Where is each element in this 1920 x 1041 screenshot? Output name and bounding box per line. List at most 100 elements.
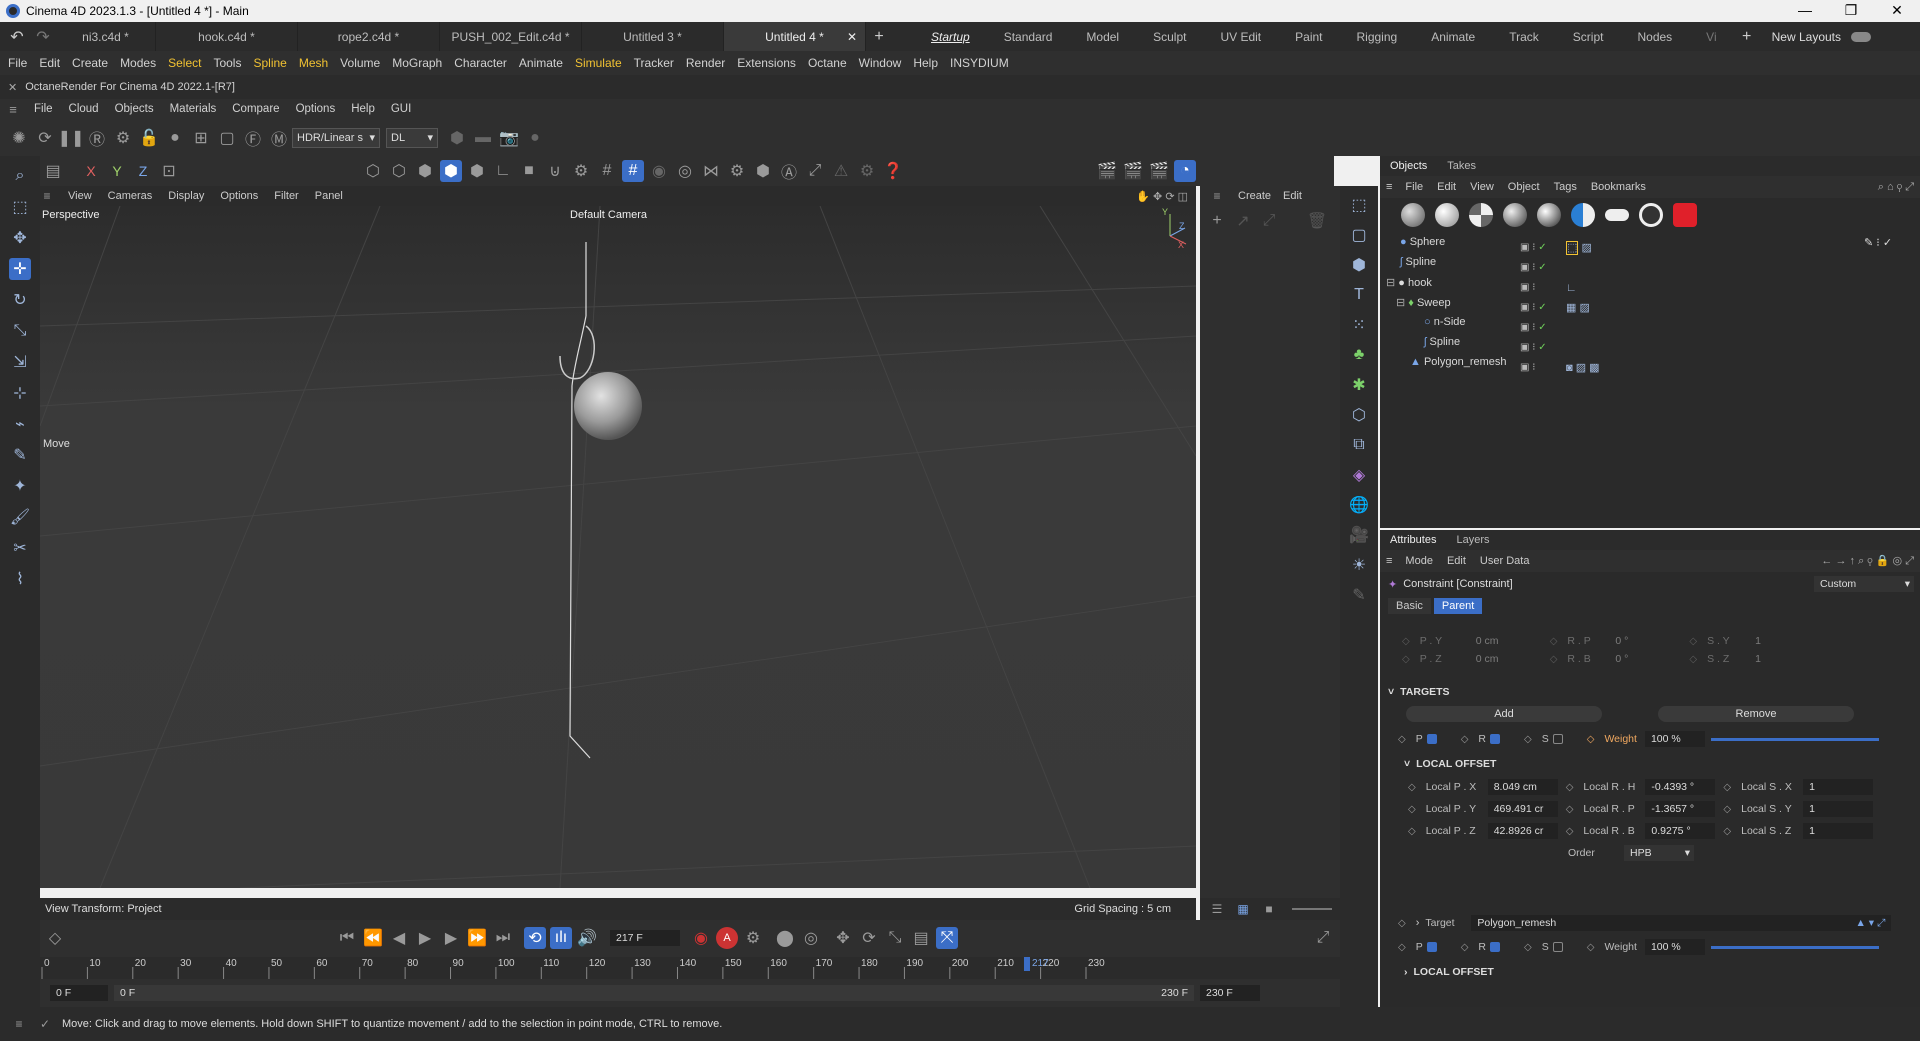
autokey-icon[interactable]: A — [716, 927, 738, 949]
material-contrast-icon[interactable] — [1571, 203, 1595, 227]
tab-objects[interactable]: Objects — [1380, 160, 1437, 172]
menu-file[interactable]: File — [2, 56, 33, 70]
cursor-icon[interactable]: ⬚ — [1348, 194, 1370, 216]
selection-tool-icon[interactable]: ⬚ — [9, 196, 31, 218]
param-key-icon[interactable]: ▤ — [910, 927, 932, 949]
menu-modes[interactable]: Modes — [114, 56, 162, 70]
layout-uv-edit[interactable]: UV Edit — [1203, 22, 1278, 51]
camera-label[interactable]: Default Camera — [570, 209, 647, 221]
tab-layers[interactable]: Layers — [1446, 534, 1499, 546]
viewport-menu-panel[interactable]: Panel — [307, 190, 351, 202]
material-ball-icon[interactable] — [1537, 203, 1561, 227]
keyframe-settings-icon[interactable]: ⚙ — [742, 927, 764, 949]
view-settings-icon[interactable]: ◔ — [1174, 160, 1196, 182]
help-icon[interactable]: ❓ — [882, 160, 904, 182]
layout-paint[interactable]: Paint — [1278, 22, 1339, 51]
menu-select[interactable]: Select — [162, 56, 207, 70]
expand-icon[interactable]: ⤢ — [804, 160, 826, 182]
preset-select[interactable]: Custom ▾ — [1814, 576, 1914, 592]
viewport-menu-view[interactable]: View — [60, 190, 100, 202]
menu-edit[interactable]: Edit — [33, 56, 66, 70]
symmetry-settings-icon[interactable]: ⚙ — [726, 160, 748, 182]
close-button[interactable]: ✕ — [1874, 0, 1920, 22]
objects-menu-file[interactable]: File — [1398, 181, 1430, 193]
objects-menu-bookmarks[interactable]: Bookmarks — [1584, 181, 1653, 193]
weight-field[interactable]: 100 % — [1644, 731, 1705, 747]
material-red-camera-icon[interactable] — [1673, 203, 1697, 227]
material-checker-icon[interactable] — [1469, 203, 1493, 227]
pause-icon[interactable]: ❚❚ — [58, 127, 85, 149]
large-view-icon[interactable]: ■ — [1258, 898, 1280, 920]
current-frame-field[interactable]: 217 F — [610, 930, 680, 946]
text-icon[interactable]: T — [1348, 284, 1370, 306]
rotate-tool-icon[interactable]: ↻ — [9, 289, 31, 311]
menu-mesh[interactable]: Mesh — [293, 56, 334, 70]
s2-checkbox[interactable] — [1552, 942, 1563, 952]
snap-settings-icon[interactable]: ⚙ — [570, 160, 592, 182]
record-icon[interactable]: ◉ — [690, 927, 712, 949]
magnet-icon[interactable]: ⊍ — [544, 160, 566, 182]
scale-key-icon[interactable]: ⤡ — [884, 927, 906, 949]
objects-menu-tags[interactable]: Tags — [1547, 181, 1584, 193]
rectangle-icon[interactable]: ▬ — [472, 127, 494, 149]
live-selection-icon[interactable]: ✥ — [9, 227, 31, 249]
camera-icon[interactable]: 📷 — [498, 127, 520, 149]
field-icon[interactable]: ⬡ — [1348, 404, 1370, 426]
sound-icon[interactable]: 🔊 — [576, 927, 598, 949]
render-picture-viewer-icon[interactable]: 🎬 — [1122, 160, 1144, 182]
r2-checkbox[interactable] — [1490, 942, 1501, 952]
create-pick-icon[interactable]: ⤢ — [1258, 210, 1280, 232]
create-hamburger-icon[interactable]: ≡ — [1206, 185, 1228, 207]
render-region-icon[interactable]: Ⓡ — [86, 127, 108, 149]
redo-icon[interactable]: ↷ — [32, 26, 54, 48]
axis-mode-icon[interactable]: ∟ — [492, 160, 514, 182]
octane-menu-options[interactable]: Options — [288, 103, 344, 115]
timeline-ruler[interactable]: 0 10 20 30 40 50 60 70 80 90 100 110 120 130 140 150 160… — [40, 957, 1340, 979]
targets-section-header[interactable]: ˅ TARGETS — [1388, 686, 1450, 698]
attributes-nav-icons[interactable]: ← → ↑ ⌕ ⚲ 🔒 ◎ ⤢ — [1814, 554, 1920, 568]
attributes-menu-mode[interactable]: Mode — [1398, 555, 1440, 567]
edges-mode-icon[interactable]: ⬡ — [388, 160, 410, 182]
polygons-mode-icon[interactable]: ⬢ — [414, 160, 436, 182]
layout-script[interactable]: Script — [1556, 22, 1621, 51]
generator-icon[interactable]: ♣ — [1348, 344, 1370, 366]
cube-icon[interactable]: ⬢ — [1348, 254, 1370, 276]
gear-dim-icon[interactable]: ⚙ — [856, 160, 878, 182]
pen-icon[interactable]: ✎ — [9, 444, 31, 466]
create-arrow-icon[interactable]: ↗ — [1232, 210, 1254, 232]
viewport-menu-icon[interactable]: ▤ — [42, 160, 64, 182]
objects-menu-object[interactable]: Object — [1501, 181, 1547, 193]
menu-octane[interactable]: Octane — [802, 56, 853, 70]
viewport-menu-display[interactable]: Display — [160, 190, 212, 202]
menu-animate[interactable]: Animate — [513, 56, 569, 70]
transfer-tool-icon[interactable]: ⇲ — [9, 351, 31, 373]
points-mode-icon[interactable]: ⬡ — [362, 160, 384, 182]
octane-menu-help[interactable]: Help — [343, 103, 383, 115]
material-ball-icon[interactable]: ● — [164, 127, 186, 149]
octane-menu-materials[interactable]: Materials — [162, 103, 225, 115]
viewport-menu-cameras[interactable]: Cameras — [100, 190, 161, 202]
objects-hamburger-icon[interactable]: ≡ — [1386, 181, 1398, 193]
object-row-sweep[interactable]: ⊟ ♦ Sweep — [1380, 292, 1920, 312]
local-rb-field[interactable]: 0.9275 ° — [1645, 823, 1716, 839]
maximize-button[interactable]: ❐ — [1828, 0, 1874, 22]
go-to-start-icon[interactable]: ⏮ — [336, 927, 358, 949]
objects-menu-view[interactable]: View — [1463, 181, 1501, 193]
octane-menu-file[interactable]: File — [26, 103, 61, 115]
menu-tools[interactable]: Tools — [207, 56, 247, 70]
local-px-field[interactable]: 8.049 cm — [1487, 779, 1558, 795]
environment-icon[interactable]: 🌐 — [1348, 494, 1370, 516]
add-icon[interactable]: ⊞ — [190, 127, 212, 149]
deformer-icon[interactable]: ✱ — [1348, 374, 1370, 396]
timeline-expand-icon[interactable]: ⤢ — [1312, 927, 1334, 949]
local-sy-field[interactable]: 1 — [1803, 801, 1874, 817]
object-row-nside[interactable]: ○ n-Side — [1380, 312, 1920, 332]
menu-window[interactable]: Window — [853, 56, 908, 70]
material-light-icon[interactable] — [1605, 209, 1629, 221]
texture-mode-icon[interactable]: ⬢ — [466, 160, 488, 182]
cloner-icon[interactable]: ⁙ — [1348, 314, 1370, 336]
menu-mograph[interactable]: MoGraph — [386, 56, 448, 70]
hexagon-tool-icon[interactable]: ⬢ — [752, 160, 774, 182]
knife-icon[interactable]: ✂ — [9, 537, 31, 559]
viewport-hamburger-icon[interactable]: ≡ — [36, 185, 58, 207]
